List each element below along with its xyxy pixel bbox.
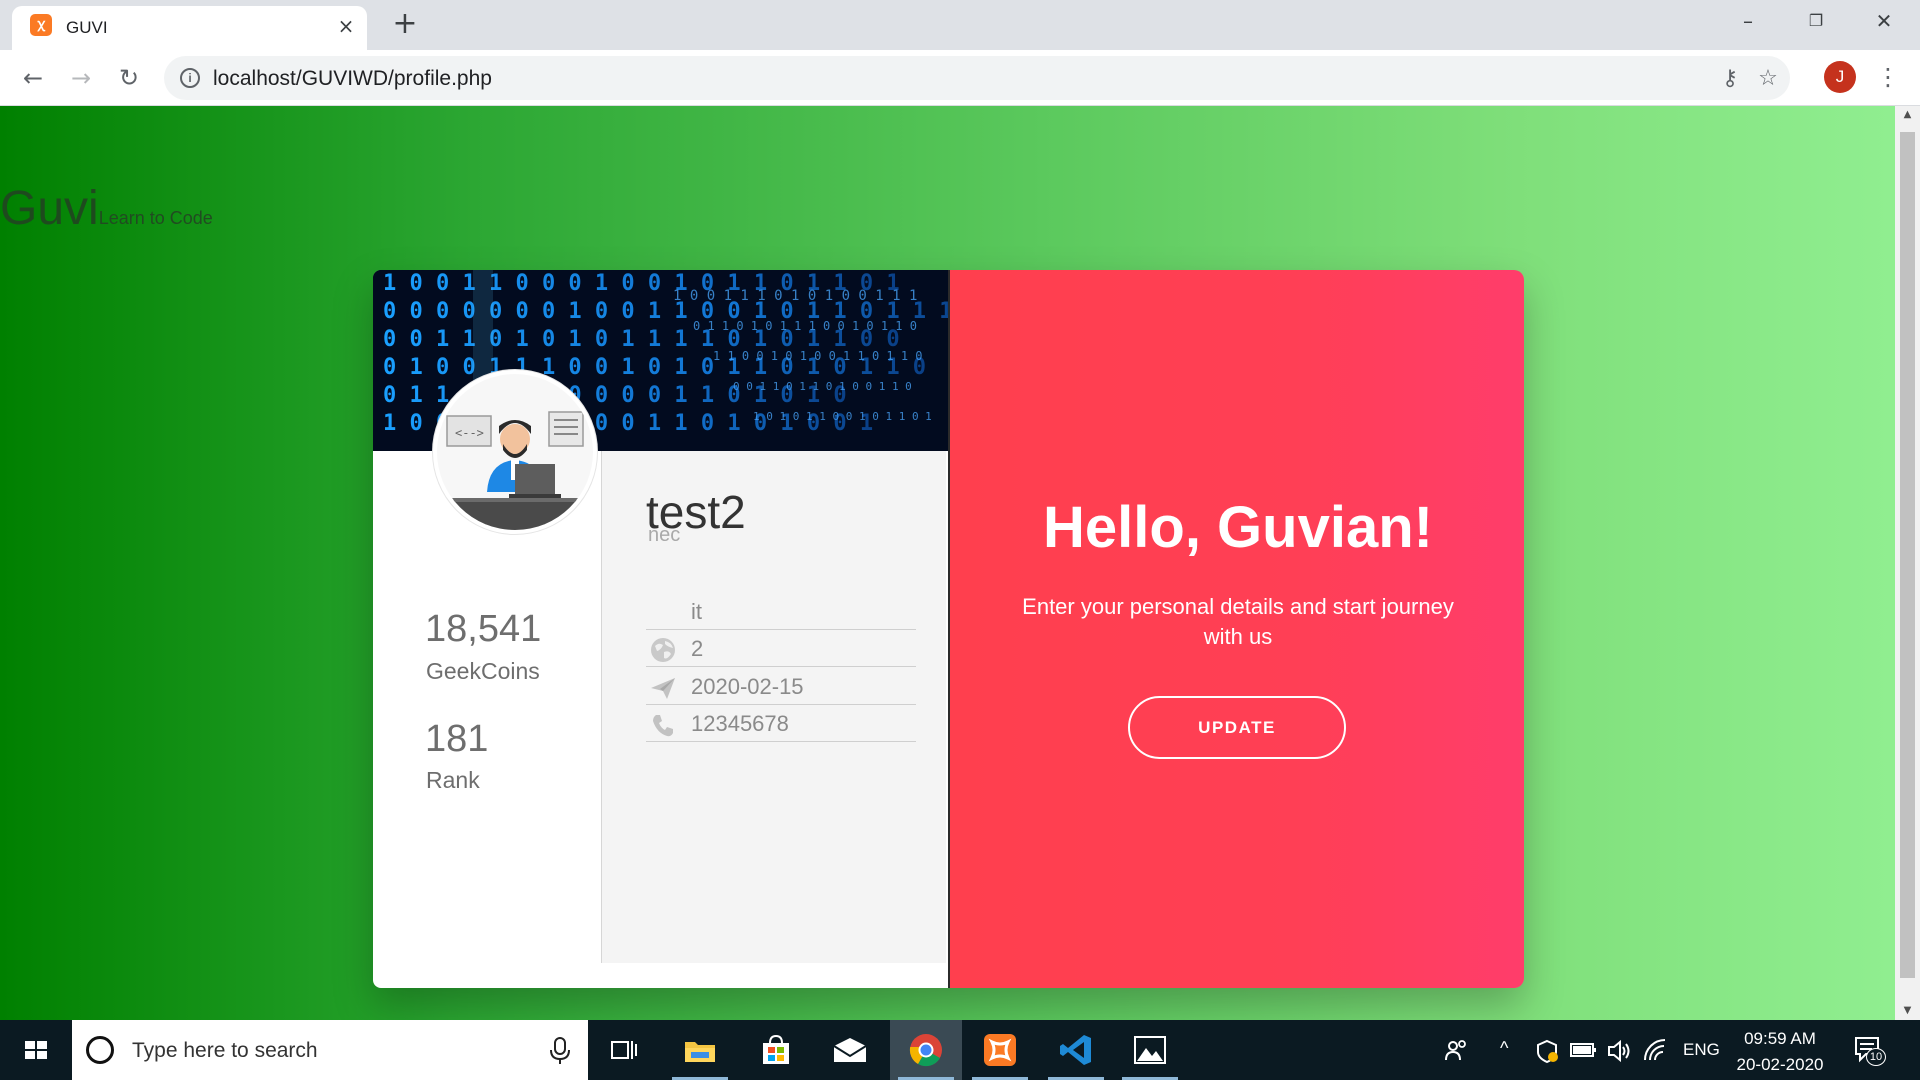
taskbar-xampp[interactable] xyxy=(964,1020,1036,1080)
detail-date: 2020-02-15 xyxy=(646,668,916,705)
taskbar-mail[interactable] xyxy=(814,1020,886,1080)
welcome-title: Hello, Guvian! xyxy=(1043,495,1433,560)
show-hidden-icons-chevron-icon[interactable]: ^ xyxy=(1500,1038,1508,1059)
start-button[interactable] xyxy=(0,1020,72,1080)
welcome-subtitle: Enter your personal details and start jo… xyxy=(1022,594,1454,649)
svg-text:1 1 0 0 1 0 1 0 0 1 1 0 1 1 0: 1 1 0 0 1 0 1 0 0 1 1 0 1 1 0 xyxy=(713,349,923,363)
detail-value: it xyxy=(691,599,702,624)
xampp-icon xyxy=(984,1034,1016,1066)
microphone-icon[interactable] xyxy=(548,1036,572,1066)
rank-label: Rank xyxy=(426,767,480,793)
brand-tagline: Learn to Code xyxy=(98,208,213,228)
taskbar-photos[interactable] xyxy=(1114,1020,1186,1080)
detail-value: 12345678 xyxy=(691,711,789,736)
svg-text:1 0 1 0 1 1 0 0 1 0 1 1 0 1: 1 0 1 0 1 1 0 0 1 0 1 1 0 1 xyxy=(753,410,932,423)
search-placeholder: Type here to search xyxy=(132,1039,318,1062)
college-name: nec xyxy=(648,524,681,546)
programmer-illustration: <--> xyxy=(437,374,593,530)
tab-strip: ꭓ GUVI × + – ❐ ✕ xyxy=(0,0,1920,50)
brand-name: Guvi xyxy=(0,182,99,235)
site-info-icon[interactable]: i xyxy=(180,68,200,88)
security-warning-icon[interactable] xyxy=(1534,1038,1560,1064)
store-icon xyxy=(763,1034,789,1064)
action-center-button[interactable]: 10 xyxy=(1852,1034,1886,1066)
scroll-up-icon[interactable]: ▲ xyxy=(1895,106,1920,124)
reload-icon[interactable]: ↻ xyxy=(112,61,146,95)
globe-icon xyxy=(651,638,675,662)
update-button[interactable]: UPDATE xyxy=(1128,696,1346,759)
system-clock[interactable]: 09:59 AM 20-02-2020 xyxy=(1725,1026,1835,1078)
profile-panel: 1 0 0 1 1 0 0 0 1 0 0 1 0 1 1 0 1 1 0 1 … xyxy=(373,270,948,988)
close-tab-icon[interactable]: × xyxy=(335,15,357,37)
windows-taskbar: Type here to search ^ ENG 09:59 AM 20-02… xyxy=(0,1020,1920,1080)
mail-icon xyxy=(833,1038,867,1062)
detail-value: 2020-02-15 xyxy=(691,674,804,699)
scroll-thumb[interactable] xyxy=(1900,132,1915,978)
paper-plane-icon xyxy=(651,678,675,699)
new-tab-button[interactable]: + xyxy=(390,9,420,39)
page-viewport: GuviLearn to Code 1 0 0 1 1 0 0 0 1 0 0 xyxy=(0,106,1895,1020)
minimize-icon[interactable]: – xyxy=(1726,6,1770,36)
detail-department: it xyxy=(646,593,916,630)
notification-count-badge: 10 xyxy=(1866,1048,1886,1066)
taskbar-store[interactable] xyxy=(740,1020,812,1080)
profile-avatar[interactable]: J xyxy=(1824,61,1856,93)
volume-icon[interactable] xyxy=(1606,1038,1632,1064)
detail-phone: 12345678 xyxy=(646,705,916,742)
forward-arrow-icon[interactable]: → xyxy=(64,61,98,95)
geekcoins-label: GeekCoins xyxy=(426,658,540,684)
browser-tab[interactable]: ꭓ GUVI × xyxy=(12,6,367,50)
task-view-button[interactable] xyxy=(588,1020,660,1080)
restore-icon[interactable]: ❐ xyxy=(1794,6,1838,36)
taskbar-file-explorer[interactable] xyxy=(664,1020,736,1080)
brand-logo[interactable]: GuviLearn to Code xyxy=(0,181,213,236)
detail-year: 2 xyxy=(646,630,916,667)
bookmark-star-icon[interactable]: ☆ xyxy=(1754,65,1782,93)
phone-icon xyxy=(653,715,673,737)
key-icon[interactable]: ⚷ xyxy=(1716,65,1744,93)
tab-title: GUVI xyxy=(66,18,108,37)
svg-text:1 0 0 1 1 1 0 1 0 1 0 0 1 1 1: 1 0 0 1 1 1 0 1 0 1 0 0 1 1 1 xyxy=(673,288,917,304)
profile-card: 1 0 0 1 1 0 0 0 1 0 0 1 0 1 1 0 1 1 0 1 … xyxy=(373,270,1524,988)
window-close-icon[interactable]: ✕ xyxy=(1862,6,1906,36)
cortana-icon xyxy=(86,1036,114,1064)
xampp-icon: ꭓ xyxy=(30,14,52,36)
svg-text:0 0 1 1 0 1 1 0 1 0 0 1 1 0: 0 0 1 1 0 1 1 0 1 0 0 1 1 0 xyxy=(733,380,912,393)
geekcoins-value: 18,541 xyxy=(425,608,542,650)
detail-value: 2 xyxy=(691,636,704,661)
scroll-down-icon[interactable]: ▼ xyxy=(1895,1002,1920,1020)
folder-icon xyxy=(685,1042,715,1062)
page-scrollbar[interactable]: ▲ ▼ xyxy=(1895,106,1920,1020)
chrome-icon xyxy=(909,1034,942,1067)
task-view-icon xyxy=(611,1041,637,1059)
url-text[interactable]: localhost/GUVIWD/profile.php xyxy=(213,67,492,91)
browser-toolbar: ← → ↻ i localhost/GUVIWD/profile.php ⚷ ☆… xyxy=(0,50,1920,106)
taskbar-chrome[interactable] xyxy=(890,1020,962,1080)
taskbar-vscode[interactable] xyxy=(1040,1020,1112,1080)
battery-icon[interactable] xyxy=(1570,1040,1598,1060)
browser-menu-icon[interactable]: ⋮ xyxy=(1872,61,1904,93)
clock-time: 09:59 AM xyxy=(1744,1029,1816,1048)
welcome-panel: Hello, Guvian! Enter your personal detai… xyxy=(948,270,1524,988)
address-bar[interactable]: i localhost/GUVIWD/profile.php ⚷ ☆ xyxy=(164,56,1790,100)
svg-text:<-->: <--> xyxy=(455,426,484,440)
language-indicator[interactable]: ENG xyxy=(1683,1040,1720,1060)
rank-value: 181 xyxy=(425,718,489,760)
people-icon[interactable] xyxy=(1444,1038,1470,1064)
vscode-icon xyxy=(1060,1035,1091,1065)
windows-logo-icon xyxy=(25,1041,47,1059)
svg-text:0 1 1 0 1 0 1 1 1 0 0 1 0 1 1: 0 1 1 0 1 0 1 1 1 0 0 1 0 1 1 0 xyxy=(693,319,917,333)
photos-icon xyxy=(1134,1036,1166,1064)
user-avatar[interactable]: <--> xyxy=(433,370,597,534)
wifi-icon[interactable] xyxy=(1642,1038,1668,1064)
back-arrow-icon[interactable]: ← xyxy=(16,61,50,95)
taskbar-search[interactable]: Type here to search xyxy=(72,1020,588,1080)
clock-date: 20-02-2020 xyxy=(1736,1055,1824,1074)
